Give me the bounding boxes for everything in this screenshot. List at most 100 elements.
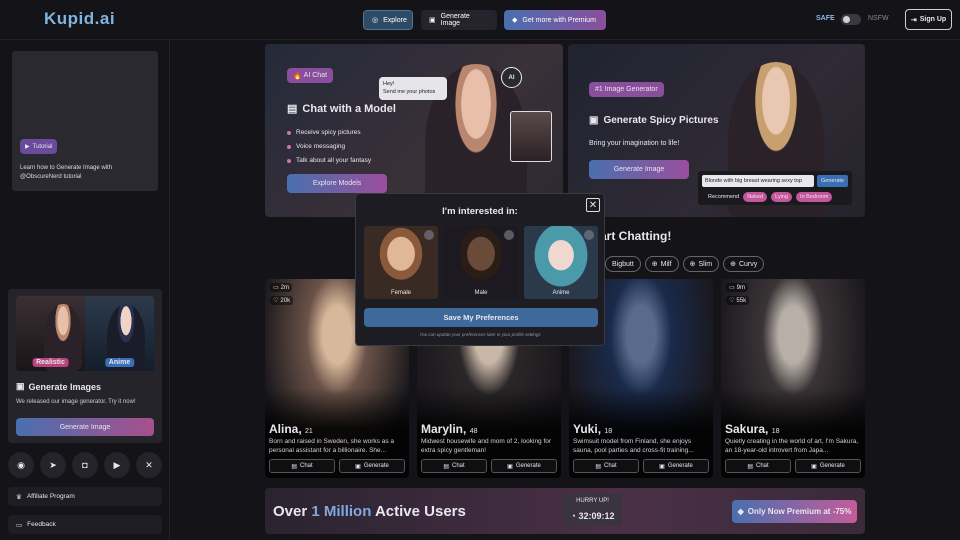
save-preferences-button[interactable]: Save My Preferences — [364, 308, 598, 327]
recommend-chip[interactable]: Lying — [771, 192, 793, 202]
countdown-box: HURRY UP! ◔ 32:09:12 — [563, 494, 622, 526]
chat-icon: ▤ — [443, 463, 449, 470]
chat-title-text: Chat with a Model — [302, 102, 396, 115]
nav-premium-button[interactable]: ◆ Get more with Premium — [504, 10, 606, 30]
diamond-icon: ◆ — [512, 17, 518, 24]
tutorial-badge-label: Tutorial — [32, 143, 53, 150]
social-links: ◉ ➤ ◘ ▶ ✕ — [8, 452, 162, 478]
telegram-icon[interactable]: ➤ — [40, 452, 66, 478]
sidebar-generate-image-button[interactable]: Generate Image — [16, 418, 154, 436]
safe-nsfw-toggle[interactable] — [841, 14, 861, 25]
preferences-note: You can update your preferences later in… — [419, 332, 541, 337]
active-users-banner: Over 1 Million Active Users HURRY UP! ◔ … — [265, 488, 865, 534]
generate-button[interactable]: ▣ Generate — [339, 459, 405, 473]
discord-icon[interactable]: ◉ — [8, 452, 34, 478]
chat-count: 9m — [736, 284, 746, 291]
prompt-input[interactable]: Blonde with big breast wearing sexy top — [702, 175, 814, 187]
character-name: Yuki, 18 — [573, 422, 613, 436]
age-text: 18 — [771, 428, 780, 435]
chat-button-label: Chat — [755, 463, 769, 469]
generate-spicy-title: ▣ Generate Spicy Pictures — [589, 115, 719, 126]
chat-button[interactable]: ▤ Chat — [573, 459, 639, 473]
sent-photo-thumbnail — [510, 111, 552, 162]
generate-button[interactable]: ▣ Generate — [643, 459, 709, 473]
name-text: Sakura — [725, 422, 766, 436]
filter-chip[interactable]: ⊕ Milf — [644, 256, 679, 272]
chat-button[interactable]: ▤ Chat — [269, 459, 335, 473]
character-name: Sakura, 18 — [725, 422, 780, 436]
character-name: Alina, 21 — [269, 422, 313, 436]
realistic-label: Realistic — [32, 358, 69, 367]
affiliate-program-link[interactable]: ♛ Affiliate Program — [8, 487, 162, 506]
close-icon[interactable]: ✕ — [586, 198, 600, 212]
safe-label: SAFE — [816, 15, 835, 22]
filter-label: Bigbutt — [612, 260, 634, 268]
filter-label: Slim — [698, 260, 713, 268]
chat-count: 2m — [280, 284, 290, 291]
section-title: art Chatting! — [600, 229, 672, 243]
radio-icon — [504, 230, 514, 240]
generate-button-label: Generate — [819, 463, 845, 469]
likes-count: 55k — [736, 297, 747, 304]
image-plus-icon: ▣ — [589, 115, 599, 126]
character-card[interactable]: ▭ 9m ♡ 55k Sakura, 18 Quietly creating in the… — [721, 279, 865, 478]
option-female[interactable]: Female — [364, 226, 438, 299]
generate-button[interactable]: ▣ Generate — [795, 459, 861, 473]
prompt-recommendations: Recommend Naked Lying In Bedroom — [708, 192, 833, 202]
ai-badge: AI — [501, 67, 522, 88]
radio-icon — [584, 230, 594, 240]
explore-models-button[interactable]: Explore Models — [287, 174, 387, 193]
feedback-label: Feedback — [27, 521, 56, 528]
recommend-chip[interactable]: Naked — [743, 192, 768, 202]
title-pre: Over — [273, 503, 312, 520]
play-icon: ▶ — [25, 144, 30, 150]
generate-button[interactable]: ▣ Generate — [491, 459, 557, 473]
plus-icon: ⊕ — [730, 261, 736, 268]
anime-label: Anime — [104, 358, 135, 367]
youtube-icon[interactable]: ▶ — [104, 452, 130, 478]
nav-explore-label: Explore — [383, 16, 407, 24]
x-icon[interactable]: ✕ — [136, 452, 162, 478]
name-text: Yuki — [573, 422, 598, 436]
fire-icon: 🔥 — [293, 72, 302, 80]
sign-up-button[interactable]: ⇥ Sign Up — [905, 9, 952, 30]
chat-button-label: Chat — [451, 463, 465, 469]
instagram-icon[interactable]: ◘ — [72, 452, 98, 478]
likes-badge: ♡ 20k — [270, 296, 294, 305]
crown-icon: ♛ — [16, 493, 22, 501]
feedback-link[interactable]: ▭ Feedback — [8, 515, 162, 534]
nav-explore-button[interactable]: ◎ Explore — [363, 10, 413, 30]
sign-up-label: Sign Up — [919, 16, 947, 23]
chat-bubble-icon: ▭ — [273, 285, 279, 291]
logo[interactable]: Kupid.ai — [44, 9, 115, 29]
recommend-chip[interactable]: In Bedroom — [796, 192, 833, 202]
clock-icon: ◔ — [570, 511, 576, 521]
chat-button[interactable]: ▤ Chat — [725, 459, 791, 473]
generate-button-label: Generate — [515, 463, 541, 469]
image-plus-icon: ▣ — [16, 381, 25, 391]
chat-button[interactable]: ▤ Chat — [421, 459, 487, 473]
affiliate-label: Affiliate Program — [26, 493, 75, 500]
premium-offer-button[interactable]: ◆ Only Now Premium at -75% — [732, 500, 857, 523]
filter-chip[interactable]: ⊕ Curvy — [723, 256, 765, 272]
filter-chip[interactable]: ⊕ Slim — [682, 256, 720, 272]
login-icon: ⇥ — [910, 16, 917, 24]
likes-badge: ♡ 55k — [726, 296, 750, 305]
tutorial-video[interactable]: ▶ Tutorial Learn how to Generate Image w… — [12, 51, 158, 191]
option-male[interactable]: Male — [444, 226, 518, 299]
chat-feature: Talk about all your fantasy — [287, 154, 371, 168]
ai-chat-badge: 🔥 AI Chat — [287, 68, 334, 83]
generate-images-card: Realistic Anime ▣ Generate Images We rel… — [8, 289, 162, 443]
tutorial-badge: ▶ Tutorial — [20, 139, 58, 154]
filter-chip[interactable]: Bigbutt — [605, 256, 641, 272]
chat-feature: Voice messaging — [287, 140, 371, 154]
recommend-label: Recommend — [708, 194, 740, 200]
prompt-generate-button[interactable]: Generate — [817, 175, 848, 187]
option-anime[interactable]: Anime — [524, 226, 598, 299]
age-text: 48 — [469, 428, 478, 435]
image-plus-icon: ▣ — [355, 463, 361, 470]
hero-generate-image-button[interactable]: Generate Image — [589, 160, 689, 179]
nav-generate-image-button[interactable]: ▣ Generate Image — [421, 10, 497, 30]
compass-icon: ◎ — [372, 17, 379, 24]
option-label: Female — [390, 290, 411, 296]
